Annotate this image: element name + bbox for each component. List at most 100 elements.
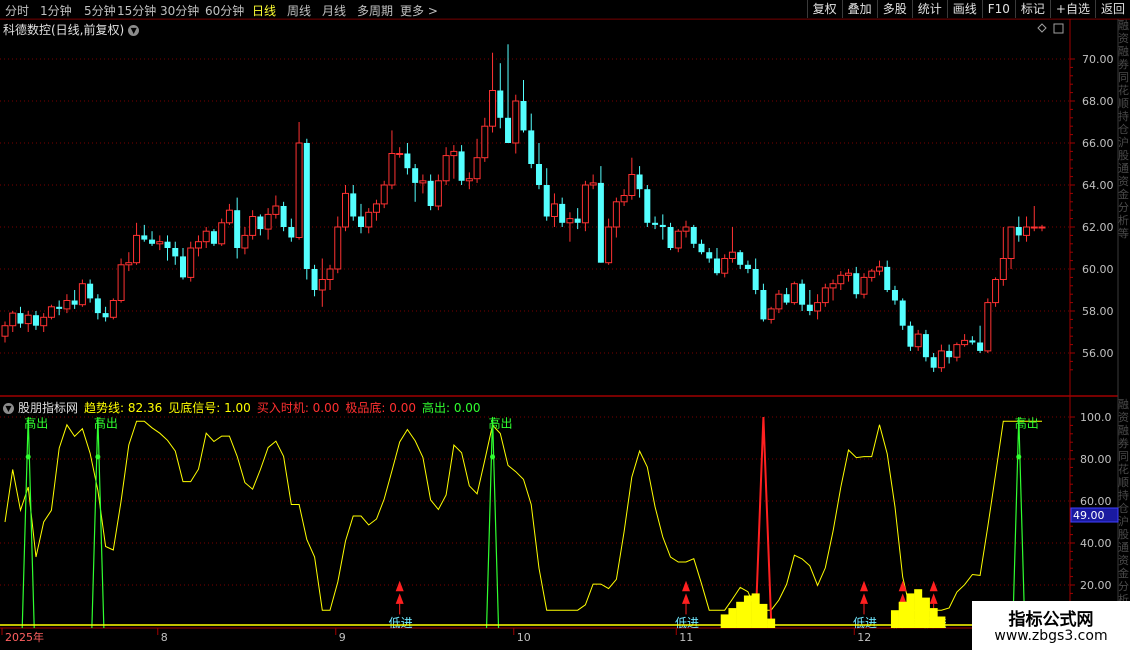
candle-body (241, 234, 249, 249)
sell-dot (95, 454, 101, 460)
candle-body (737, 252, 744, 265)
candle-body (821, 287, 829, 304)
sell-dot (25, 454, 31, 460)
buy-arrow (395, 580, 404, 592)
buy-arrow (860, 593, 869, 604)
candle-body (783, 294, 790, 303)
candle-body (891, 290, 898, 301)
candle-body (172, 248, 179, 257)
candle-body (984, 302, 992, 352)
candle-body (272, 205, 280, 215)
candle-body (357, 216, 364, 227)
candle-body (875, 266, 883, 272)
candle-body (194, 241, 202, 249)
watermark-title: 指标公式网 (1008, 610, 1094, 630)
candle-body (1023, 226, 1031, 236)
yaxis-label: 60.00 (1082, 263, 1114, 276)
signal-bar (906, 593, 915, 628)
candle-body (334, 226, 342, 270)
candle-body (125, 262, 133, 266)
candle-body (845, 272, 853, 276)
candle-body (257, 216, 264, 230)
signal-bar (743, 595, 752, 628)
candle-body (512, 100, 520, 144)
candle-body (543, 185, 550, 217)
candle-body (853, 273, 860, 295)
candle-body (133, 234, 141, 264)
candle-body (164, 241, 171, 248)
buy-arrow (898, 580, 907, 592)
candle-body (32, 315, 39, 326)
candle-body (56, 306, 63, 309)
chart-canvas[interactable]: 70.00 68.00 66.00 64.00 62.00 60.00 58.00 56.00… (0, 0, 1130, 650)
candle-body (999, 258, 1007, 280)
trend-line (4, 420, 1042, 611)
candle-body (225, 209, 233, 224)
candle-body (868, 270, 876, 278)
candle-body (628, 174, 636, 196)
candle-body (969, 340, 976, 343)
candle-body (767, 308, 775, 320)
candle-body (109, 300, 117, 318)
candle-body (790, 283, 798, 304)
indicator-yaxis-label: 60.00 (1080, 495, 1112, 508)
candle-body (814, 302, 822, 312)
signal-bar (921, 597, 930, 628)
candle-body (218, 222, 226, 245)
candle-body (914, 333, 922, 348)
candle-body (659, 224, 666, 227)
candle-body (937, 350, 945, 369)
indicator-yaxis-label: 100.0 (1080, 411, 1112, 424)
candle-body (388, 153, 396, 186)
candle-body (597, 182, 604, 263)
candle-body (636, 174, 643, 190)
sell-label: 高出 (94, 416, 118, 431)
candle-body (605, 226, 613, 264)
candle-body (117, 264, 125, 301)
candle-body (550, 203, 558, 217)
candle-body (249, 216, 257, 236)
buy-label: 低进 (389, 616, 413, 630)
candle-body (589, 182, 597, 186)
sell-label: 高出 (489, 416, 513, 431)
candle-body (442, 155, 450, 182)
signal-bar (767, 618, 776, 628)
xaxis-label: 2025年 (5, 630, 44, 644)
candle-body (612, 201, 620, 228)
signal-bar (720, 614, 729, 628)
candle-body (156, 241, 164, 245)
candle-body (922, 334, 929, 358)
candle-body (953, 344, 961, 358)
candle-body (9, 312, 17, 327)
candle-body (520, 101, 527, 131)
candle-body (799, 283, 806, 305)
candle-body (187, 247, 195, 278)
candle-body (149, 239, 156, 244)
candle-body (427, 180, 434, 206)
xaxis-label: 12 (857, 631, 871, 644)
signal-bar (914, 589, 923, 628)
candle-body (744, 264, 751, 269)
candle-body (47, 306, 55, 318)
yaxis-label: 56.00 (1082, 347, 1114, 360)
buy-arrow (682, 593, 691, 604)
candle-body (202, 230, 210, 243)
candle-body (829, 283, 837, 289)
candle-body (535, 164, 542, 185)
xaxis-label: 8 (161, 631, 168, 644)
candle-body (63, 300, 71, 310)
candle-body (559, 203, 566, 223)
candle-body (264, 213, 272, 230)
candle-body (497, 90, 504, 118)
candle-body (1038, 226, 1046, 229)
candle-body (380, 184, 388, 205)
candle-body (837, 274, 845, 285)
watermark-badge: 指标公式网 www.zbgs3.com (972, 601, 1130, 650)
buy-arrow (929, 593, 938, 604)
candle-body (102, 313, 109, 318)
candle-body (288, 227, 295, 238)
candle-body (419, 180, 427, 184)
candle-body (326, 268, 334, 280)
candle-body (210, 231, 217, 244)
candle-body (396, 153, 404, 155)
